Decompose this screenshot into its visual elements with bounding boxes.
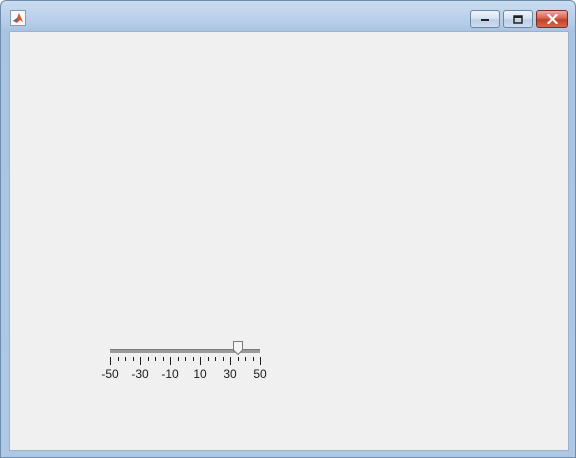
- minor-tick: [207, 357, 209, 361]
- value-slider[interactable]: -50 -30 -10 10 30 50: [101, 339, 277, 381]
- minor-tick: [117, 357, 119, 361]
- tick-label: 50: [253, 367, 267, 381]
- tick-label: 10: [193, 367, 207, 381]
- minor-tick: [155, 357, 156, 361]
- tick-label: -30: [131, 367, 149, 381]
- maximize-icon: [513, 14, 523, 24]
- minor-tick: [245, 357, 246, 361]
- minimize-button[interactable]: [470, 10, 500, 28]
- minor-tick: [177, 357, 179, 361]
- close-icon: [546, 14, 558, 24]
- figure-window: -50 -30 -10 10 30 50: [0, 0, 576, 458]
- minor-tick: [237, 357, 239, 361]
- close-button[interactable]: [536, 10, 568, 28]
- minor-tick: [252, 357, 254, 361]
- minor-tick: [125, 357, 126, 361]
- major-tick: [260, 357, 261, 365]
- major-tick: [230, 357, 231, 365]
- figure-client-area: -50 -30 -10 10 30 50: [9, 31, 569, 451]
- minor-tick: [222, 357, 224, 361]
- minor-tick: [192, 357, 194, 361]
- minor-tick: [147, 357, 149, 361]
- major-tick: [140, 357, 141, 365]
- tick-label: -50: [101, 367, 119, 381]
- maximize-button[interactable]: [503, 10, 533, 28]
- minor-tick: [215, 357, 216, 361]
- major-tick: [170, 357, 171, 365]
- minor-tick: [185, 357, 186, 361]
- matlab-icon[interactable]: [10, 10, 26, 26]
- slider-thumb[interactable]: [232, 341, 243, 355]
- minimize-icon: [481, 19, 489, 21]
- tick-label: 30: [223, 367, 237, 381]
- major-tick: [200, 357, 201, 365]
- minor-tick: [162, 357, 164, 361]
- tick-label: -10: [161, 367, 179, 381]
- major-tick: [110, 357, 111, 365]
- title-bar[interactable]: [1, 1, 575, 31]
- minor-tick: [132, 357, 134, 361]
